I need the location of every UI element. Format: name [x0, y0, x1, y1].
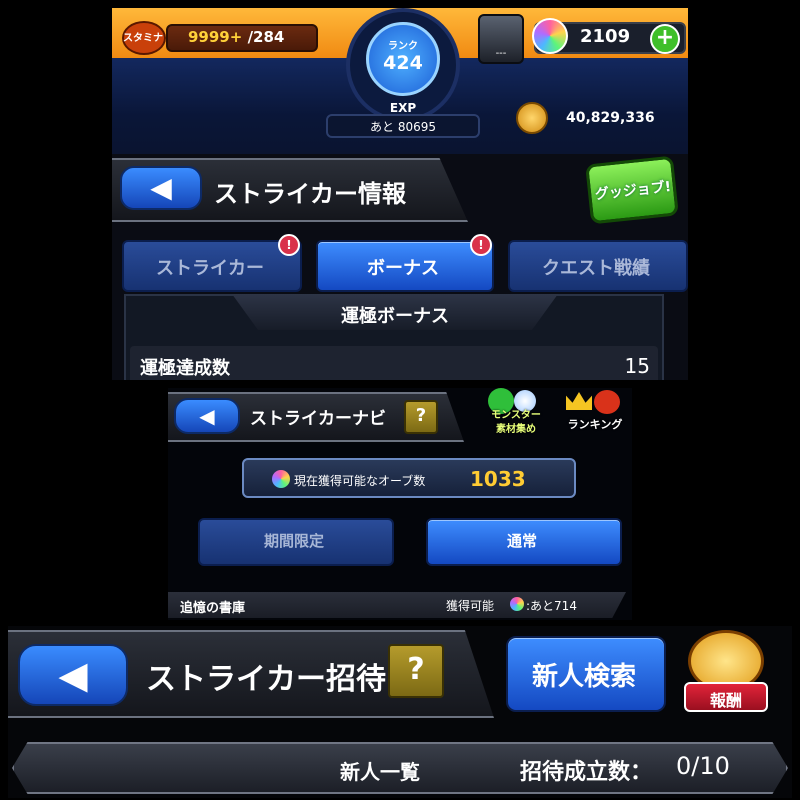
tab-bonus-label: ボーナス [367, 258, 439, 279]
ranking-label: ランキング [567, 418, 623, 431]
box-label: --- [495, 48, 507, 59]
alert-icon: ! [278, 234, 300, 256]
stamina-label: スタミナ [123, 33, 163, 44]
section-title: 運極ボーナス [341, 306, 449, 327]
orb-available-label: 現在獲得可能なオーブ数 [294, 474, 426, 488]
exp-label: EXP [389, 101, 417, 115]
orb-icon [272, 470, 290, 488]
new-list-title: 新人一覧 [340, 760, 420, 784]
orb-icon [510, 597, 524, 611]
reward-label: 報酬 [709, 691, 742, 710]
tab-quest-record-label: クエスト戦績 [542, 258, 650, 279]
striker-info-title: ストライカー情報 [214, 180, 406, 208]
invite-count-value: 0/10 [676, 752, 730, 780]
new-search-label: 新人検索 [531, 662, 636, 692]
stamina-max: /284 [247, 28, 285, 46]
list-item-name: 追憶の書庫 [180, 601, 246, 616]
back-button[interactable]: ◀ [120, 166, 202, 210]
back-arrow-icon: ◀ [58, 653, 88, 697]
stat-label: 運極達成数 [140, 358, 230, 379]
orb-icon [532, 18, 568, 54]
help-label: ? [415, 405, 427, 426]
back-button[interactable]: ◀ [18, 644, 128, 706]
stat-value: 15 [624, 354, 650, 378]
rank-value: 424 [383, 52, 423, 74]
ranking-button[interactable]: ランキング [560, 388, 630, 438]
material-label-2: 素材集め [496, 424, 536, 435]
striker-navi-title: ストライカーナビ [250, 409, 386, 429]
alert-icon: ! [470, 234, 492, 256]
back-button[interactable]: ◀ [174, 398, 240, 434]
orb-available-value: 1033 [470, 467, 526, 491]
coin-icon [516, 102, 548, 134]
help-button[interactable]: ? [404, 400, 438, 434]
normal-label: 通常 [506, 532, 537, 550]
rank-label: ランク [388, 41, 418, 52]
limited-time-label: 期間限定 [263, 532, 324, 550]
crown-icon [566, 392, 592, 410]
stamina-value: 9999+ [188, 28, 243, 46]
tab-striker-label: ストライカー [156, 258, 264, 279]
help-button[interactable]: ? [388, 644, 444, 698]
add-orb-button[interactable]: + [650, 24, 680, 54]
material-gathering-button[interactable]: モンスター 素材集め [484, 388, 548, 438]
back-arrow-icon: ◀ [150, 171, 172, 204]
help-label: ? [407, 652, 425, 687]
orb-count: 2109 [580, 26, 631, 47]
coin-count: 40,829,336 [566, 110, 655, 126]
exp-remaining: あと 80695 [370, 120, 436, 134]
monster-icon [594, 390, 620, 414]
list-item-remaining: :あと714 [526, 599, 577, 613]
back-arrow-icon: ◀ [199, 404, 215, 428]
plus-icon: + [655, 25, 675, 50]
list-item-reward: 獲得可能 [446, 599, 495, 613]
invite-count-label: 招待成立数： [520, 760, 653, 785]
striker-invite-title: ストライカー招待 [146, 662, 386, 697]
reward-button[interactable]: 報酬 [680, 626, 772, 718]
material-label-1: モンスター [491, 410, 541, 421]
